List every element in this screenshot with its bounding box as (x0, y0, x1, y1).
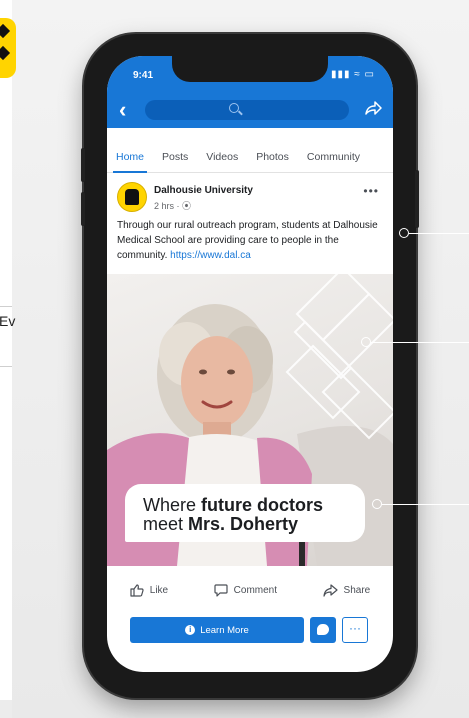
learn-more-label: Learn More (200, 624, 249, 636)
thumbs-up-icon (130, 583, 144, 597)
caption-line1-bold: future doctors (201, 495, 324, 515)
callout-line (409, 233, 469, 234)
like-button[interactable]: Like (130, 583, 169, 597)
callout-dot (361, 337, 371, 347)
post-text: Through our rural outreach program, stud… (117, 218, 383, 263)
learn-more-button[interactable]: i Learn More (130, 617, 304, 643)
status-icons: ▮▮▮ ≈ ▭ (330, 69, 375, 80)
divider (0, 366, 12, 367)
tab-videos[interactable]: Videos (197, 142, 247, 172)
share-label: Share (343, 584, 371, 596)
caption-line2-bold: Mrs. Doherty (188, 514, 299, 534)
post-link[interactable]: https://www.dal.ca (170, 250, 251, 261)
brand-badge-icon (0, 18, 16, 78)
post-actions: Like Comment Share (107, 576, 393, 604)
back-chevron-icon[interactable]: ‹ (119, 98, 126, 122)
search-input[interactable] (145, 100, 349, 120)
phone-notch (172, 56, 328, 82)
page-tabs: Home Posts Videos Photos Community (107, 142, 393, 173)
left-edge-text: Ev (0, 313, 16, 329)
like-label: Like (149, 584, 169, 596)
tab-posts[interactable]: Posts (153, 142, 197, 172)
post-image[interactable]: Where future doctors meet Mrs. Doherty (107, 274, 393, 566)
phone-volume-button (81, 192, 85, 226)
callout-line (371, 342, 469, 343)
search-icon (229, 103, 239, 113)
share-button[interactable]: Share (322, 583, 371, 597)
tab-photos[interactable]: Photos (247, 142, 298, 172)
university-crest-icon (125, 189, 139, 205)
phone-power-button (415, 170, 419, 228)
nav-bar: ‹ (107, 94, 393, 128)
share-arrow-icon[interactable] (365, 100, 383, 121)
comment-icon (214, 583, 228, 597)
phone-volume-button (81, 148, 85, 182)
callout-dot (399, 228, 409, 238)
messenger-button[interactable] (310, 617, 336, 643)
caption-line2-regular: meet (143, 514, 189, 534)
callout-line (382, 504, 469, 505)
post-meta: 2 hrs · ⦿ (154, 201, 192, 211)
more-options-icon[interactable]: ••• (363, 184, 379, 198)
phone-screen: 9:41 ▮▮▮ ≈ ▭ ‹ Home Posts Videos Photos … (107, 56, 393, 672)
status-time: 9:41 (133, 70, 154, 81)
divider (0, 306, 12, 307)
more-button[interactable]: ··· (342, 617, 368, 643)
comment-label: Comment (233, 584, 278, 596)
tab-home[interactable]: Home (107, 142, 153, 173)
comment-button[interactable]: Comment (214, 583, 278, 597)
share-icon (322, 583, 338, 597)
callout-dot (372, 499, 382, 509)
tab-community[interactable]: Community (298, 142, 369, 172)
left-page-fragment: Ev (0, 0, 16, 700)
post-author[interactable]: Dalhousie University (154, 185, 253, 196)
image-caption: Where future doctors meet Mrs. Doherty (143, 496, 323, 534)
caption-line1-regular: Where (143, 495, 202, 515)
avatar[interactable] (117, 182, 147, 212)
messenger-icon (317, 624, 329, 635)
info-icon: i (185, 625, 196, 635)
